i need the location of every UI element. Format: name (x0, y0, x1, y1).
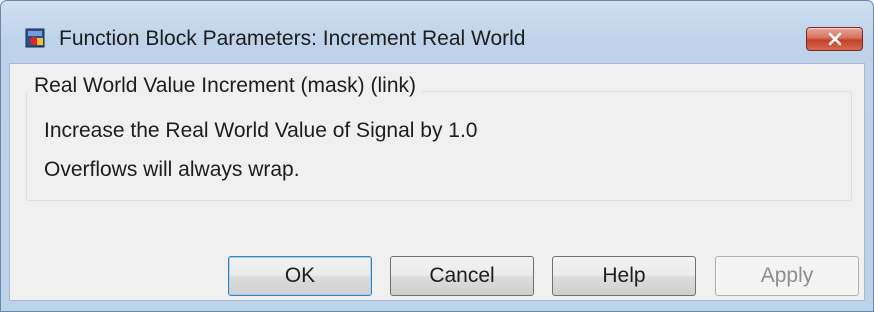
mask-description-group (26, 91, 852, 201)
title-bar[interactable]: Function Block Parameters: Increment Rea… (1, 1, 873, 63)
cancel-button[interactable]: Cancel (390, 256, 534, 296)
help-button[interactable]: Help (552, 256, 696, 296)
close-button[interactable] (806, 27, 863, 51)
description-line-2: Overflows will always wrap. (44, 158, 300, 181)
dialog-content: Real World Value Increment (mask) (link)… (9, 63, 865, 301)
apply-button[interactable]: Apply (715, 256, 859, 296)
dialog-window: Function Block Parameters: Increment Rea… (0, 0, 874, 312)
group-legend: Real World Value Increment (mask) (link) (28, 74, 422, 98)
simulink-block-icon (25, 28, 45, 48)
description-line-1: Increase the Real World Value of Signal … (44, 119, 478, 142)
window-title: Function Block Parameters: Increment Rea… (59, 27, 526, 50)
ok-button[interactable]: OK (228, 256, 372, 296)
close-x-icon (828, 32, 841, 46)
